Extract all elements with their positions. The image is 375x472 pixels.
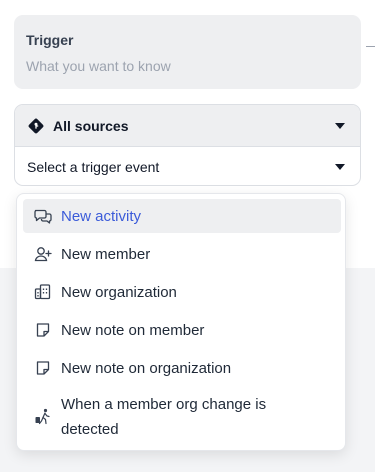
menu-item-new-note-on-organization[interactable]: New note on organization (23, 351, 341, 385)
source-select-label: All sources (53, 117, 129, 134)
trigger-event-dropdown: New activity New member New organization (16, 193, 346, 451)
chevron-down-icon (335, 164, 345, 170)
trigger-event-select[interactable]: Select a trigger event (15, 147, 360, 185)
user-plus-icon (33, 244, 53, 264)
menu-item-label: New note on organization (61, 359, 232, 377)
trigger-event-label: Select a trigger event (27, 159, 160, 175)
note-icon (33, 358, 53, 378)
divider-mark (366, 46, 375, 47)
menu-item-label: New member (61, 245, 151, 263)
menu-item-label: New organization (61, 283, 177, 301)
chevron-down-icon (335, 122, 345, 129)
diamond-source-icon (27, 117, 45, 135)
menu-item-new-member[interactable]: New member (23, 237, 341, 271)
menu-item-member-org-change[interactable]: When a member org change is detected (23, 390, 341, 444)
menu-item-label: New note on member (61, 321, 205, 339)
trigger-card: Trigger What you want to know (14, 15, 361, 89)
menu-item-new-organization[interactable]: New organization (23, 275, 341, 309)
person-walking-luggage-icon (33, 407, 53, 427)
menu-item-label: New activity (61, 207, 142, 225)
trigger-subtitle: What you want to know (26, 58, 171, 74)
chat-bubbles-icon (33, 206, 53, 226)
building-icon (33, 282, 53, 302)
note-icon (33, 320, 53, 340)
trigger-source-box: All sources Select a trigger event (14, 104, 361, 186)
source-select[interactable]: All sources (15, 105, 360, 147)
menu-item-label: When a member org change is detected (61, 396, 267, 438)
trigger-title: Trigger (26, 32, 74, 48)
menu-item-new-note-on-member[interactable]: New note on member (23, 313, 341, 347)
menu-item-new-activity[interactable]: New activity (23, 199, 341, 233)
